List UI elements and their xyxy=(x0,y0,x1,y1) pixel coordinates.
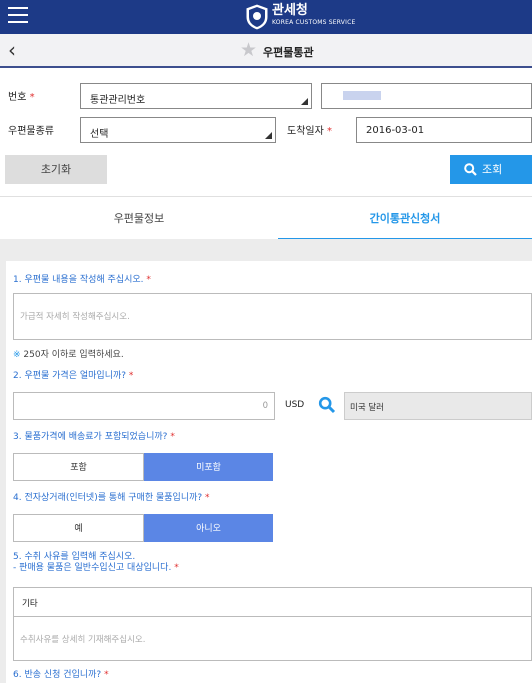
question-1: 1. 우편물 내용을 작성해 주십시오. * xyxy=(13,275,151,285)
top-header: 관세청 KOREA CUSTOMS SERVICE xyxy=(0,0,532,34)
redacted-value xyxy=(343,91,381,100)
brand-title: 관세청 xyxy=(272,3,308,18)
search-button[interactable]: 조회 xyxy=(450,155,532,184)
ecommerce-yes-option[interactable]: 예 xyxy=(13,514,144,542)
tab-bar: 우편물정보 간이통관신청서 xyxy=(0,196,532,240)
number-type-select[interactable]: 통관관리번호 xyxy=(80,83,312,109)
arrival-date-label: 도착일자 * xyxy=(287,126,332,137)
page-title: 우편물통관 xyxy=(263,46,314,59)
menu-icon[interactable] xyxy=(8,7,28,25)
postal-type-select[interactable]: 선택 xyxy=(80,117,276,143)
question-2: 2. 우편물 가격은 얼마입니까? * xyxy=(13,371,134,381)
tab-postal-info[interactable]: 우편물정보 xyxy=(0,197,278,240)
search-button-label: 조회 xyxy=(482,163,503,176)
length-note: ※ 250자 이하로 입력하세요. xyxy=(13,350,124,360)
currency-name-field: 미국 달러 xyxy=(344,392,532,420)
sub-header: ‹ ★ 우편물통관 xyxy=(0,34,532,68)
arrival-date-input[interactable]: 2016-03-01 xyxy=(356,117,532,143)
question-4: 4. 전자상거래(인터넷)를 통해 구매한 물품입니까? * xyxy=(13,493,210,503)
currency-search-icon[interactable] xyxy=(318,396,336,414)
tab-simple-customs[interactable]: 간이통관신청서 xyxy=(278,197,532,240)
contents-textarea[interactable]: 가급적 자세히 작성해주십시오. xyxy=(13,293,532,340)
currency-code: USD xyxy=(285,400,305,410)
question-3: 3. 물품가격에 배송료가 포함되었습니까? * xyxy=(13,432,175,442)
receipt-reason-placeholder: 수취사유를 상세히 기재해주십시오. xyxy=(20,635,146,645)
receipt-reason-textarea[interactable]: 수취사유를 상세히 기재해주십시오. xyxy=(13,616,532,661)
brand-subtitle: KOREA CUSTOMS SERVICE xyxy=(272,19,356,26)
number-label: 번호 * xyxy=(8,92,35,103)
price-input[interactable]: 0 xyxy=(13,392,275,420)
shipping-excluded-option[interactable]: 미포함 xyxy=(144,453,273,481)
question-5: 5. 수취 사유를 입력해 주십시오. - 판매용 물품은 일반수입신고 대상입… xyxy=(13,552,179,573)
brand: 관세청 KOREA CUSTOMS SERVICE xyxy=(272,3,355,27)
reset-button[interactable]: 초기화 xyxy=(5,155,107,184)
postal-type-label: 우편물종류 xyxy=(8,126,54,137)
customs-logo-icon xyxy=(245,3,269,31)
search-icon xyxy=(464,163,477,176)
form-panel: 1. 우편물 내용을 작성해 주십시오. * 가급적 자세히 작성해주십시오. … xyxy=(0,239,532,683)
receipt-reason-select[interactable]: 기타 xyxy=(13,587,532,616)
contents-placeholder: 가급적 자세히 작성해주십시오. xyxy=(20,312,130,322)
ecommerce-no-option[interactable]: 아니오 xyxy=(144,514,273,542)
shipping-included-option[interactable]: 포함 xyxy=(13,453,144,481)
back-chevron-icon[interactable]: ‹ xyxy=(8,38,16,62)
question-6: 6. 반송 신청 건입니까? * xyxy=(13,670,109,680)
star-icon[interactable]: ★ xyxy=(240,39,257,61)
number-input[interactable] xyxy=(321,83,532,109)
